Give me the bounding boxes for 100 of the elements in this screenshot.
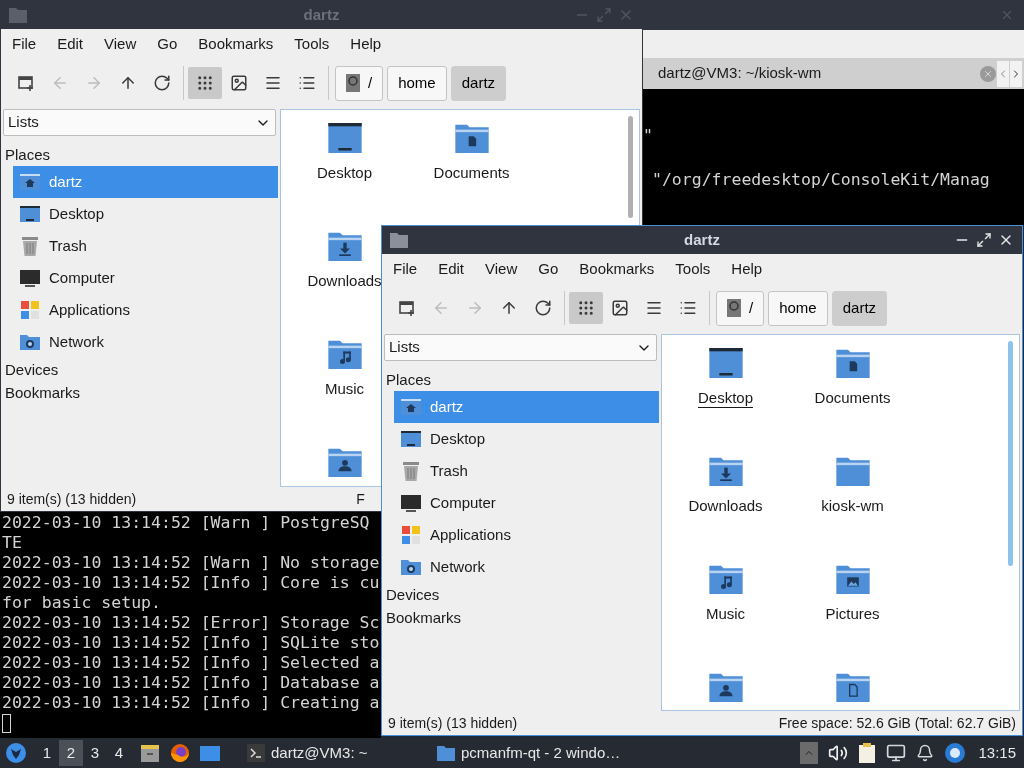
folder-name: kiosk-wm [821, 497, 884, 516]
reload-icon [153, 74, 171, 92]
clock[interactable]: 13:15 [978, 741, 1016, 765]
desktop-icon [19, 203, 41, 225]
terminal-line: 2022-03-10 13:14:52 [Warn ] No storage [2, 553, 380, 573]
path-button[interactable]: home [768, 290, 828, 326]
menu-item[interactable]: Tools [294, 33, 330, 56]
globe-icon[interactable] [944, 742, 967, 764]
sidebar-item[interactable]: Trash [394, 455, 659, 487]
desktop-icon [400, 428, 422, 450]
section-header[interactable]: Bookmarks [1, 381, 278, 404]
notification-icon[interactable] [916, 744, 935, 762]
menu-item[interactable]: File [393, 258, 418, 281]
section-header[interactable]: Devices [382, 583, 659, 606]
scrollbar-thumb[interactable] [1008, 341, 1013, 566]
sidebar-item[interactable]: Desktop [394, 423, 659, 455]
scrollbar-thumb[interactable] [628, 116, 633, 218]
window-title: dartz [684, 229, 720, 250]
folder-item[interactable]: Music [705, 559, 746, 624]
path-button[interactable]: dartz [450, 65, 507, 101]
sidebar-item[interactable]: Applications [394, 519, 659, 551]
menu-item[interactable]: View [485, 258, 518, 281]
clipboard-icon[interactable] [858, 742, 877, 764]
volume-icon[interactable] [828, 743, 849, 763]
toolbar-button[interactable] [569, 292, 603, 324]
sidebar-item[interactable]: Computer [13, 262, 278, 294]
forward-icon [85, 74, 103, 92]
taskbar-task[interactable]: dartz@VM3: ~ [243, 739, 433, 767]
menu-item[interactable]: Help [731, 258, 763, 281]
terminal-line: " [643, 126, 654, 146]
network-icon[interactable] [886, 743, 907, 763]
folder-item[interactable]: Desktop [317, 118, 372, 183]
computer-icon [400, 492, 422, 514]
path-button[interactable]: / [716, 290, 765, 326]
tray-expand-button[interactable] [800, 742, 819, 764]
scroll-right-button[interactable] [1010, 60, 1022, 87]
sidebar-item[interactable]: Trash [13, 230, 278, 262]
folder-item[interactable]: Pictures [825, 559, 880, 624]
status-text: 9 item(s) (13 hidden) [7, 489, 137, 509]
sidebar-item[interactable]: Applications [13, 294, 278, 326]
browser-icon[interactable] [169, 742, 191, 764]
sidebar-item[interactable]: Network [394, 551, 659, 583]
menu-item[interactable]: Go [157, 33, 178, 56]
lines-icon [645, 299, 663, 317]
menu-item[interactable]: Bookmarks [198, 33, 274, 56]
sidebar-item[interactable]: Desktop [13, 198, 278, 230]
trash-icon [400, 460, 422, 482]
drive-icon [346, 74, 360, 92]
folder-name: Downloads [688, 497, 763, 516]
menu-item[interactable]: Bookmarks [579, 258, 655, 281]
section-header[interactable]: Bookmarks [382, 606, 659, 629]
back-icon [51, 74, 69, 92]
side-pane-dropdown[interactable]: Lists [384, 334, 657, 361]
folder-icon [9, 7, 27, 23]
sidebar-item[interactable]: Computer [394, 487, 659, 519]
start-menu-icon[interactable] [5, 742, 27, 764]
menu-item[interactable]: File [12, 33, 37, 56]
grid-icon [196, 74, 214, 92]
section-header: Places [385, 370, 433, 390]
image-icon [230, 74, 248, 92]
folder-item[interactable]: Music [324, 334, 365, 399]
folder-item[interactable]: Downloads [688, 451, 763, 516]
side-pane-dropdown[interactable]: Lists [3, 109, 276, 136]
folder-item[interactable]: Downloads [307, 226, 382, 291]
file-cabinet-icon[interactable] [139, 742, 161, 764]
folder-name: Downloads [307, 272, 382, 291]
menu-item[interactable]: Go [538, 258, 559, 281]
menu-item[interactable]: View [104, 33, 137, 56]
folder-item[interactable]: Documents [433, 118, 510, 183]
terminal-line: 2022-03-10 13:14:52 [Info ] Selected a [2, 653, 380, 673]
menu-item[interactable]: Tools [675, 258, 711, 281]
path-button[interactable]: home [387, 65, 447, 101]
drive-icon [727, 299, 741, 317]
path-button[interactable]: / [335, 65, 384, 101]
toolbar-button[interactable] [188, 67, 222, 99]
menu-item[interactable]: Help [350, 33, 382, 56]
workspace-button[interactable]: 1 [35, 740, 59, 766]
workspace-button[interactable]: 3 [83, 740, 107, 766]
terminal-line: 2022-03-10 13:14:52 [Info ] SQLite sto [2, 633, 380, 653]
terminal-line: 2022-03-10 13:14:52 [Error] Storage Sc [2, 613, 380, 633]
menu-item[interactable]: Edit [57, 33, 84, 56]
workspace-button[interactable]: 2 [59, 740, 83, 766]
back-icon [432, 299, 450, 317]
folder-item[interactable]: Documents [814, 343, 891, 408]
path-button[interactable]: dartz [831, 290, 888, 326]
section-header: Places [4, 145, 52, 165]
section-header[interactable]: Devices [1, 358, 278, 381]
cursor [2, 714, 11, 733]
menu-item[interactable]: Edit [438, 258, 465, 281]
sidebar-item[interactable]: Network [13, 326, 278, 358]
new-tab-icon [17, 74, 35, 92]
workspace-button[interactable]: 4 [107, 740, 131, 766]
folder-item[interactable]: kiosk-wm [821, 451, 884, 516]
folder-item[interactable]: Desktop [698, 343, 753, 408]
window-title: dartz [303, 4, 340, 25]
maximize-icon[interactable] [976, 232, 992, 248]
list-icon [298, 74, 316, 92]
reload-icon [534, 299, 552, 317]
terminal-icon [247, 744, 265, 762]
taskbar-task[interactable]: pcmanfm-qt - 2 windo… [433, 739, 633, 767]
